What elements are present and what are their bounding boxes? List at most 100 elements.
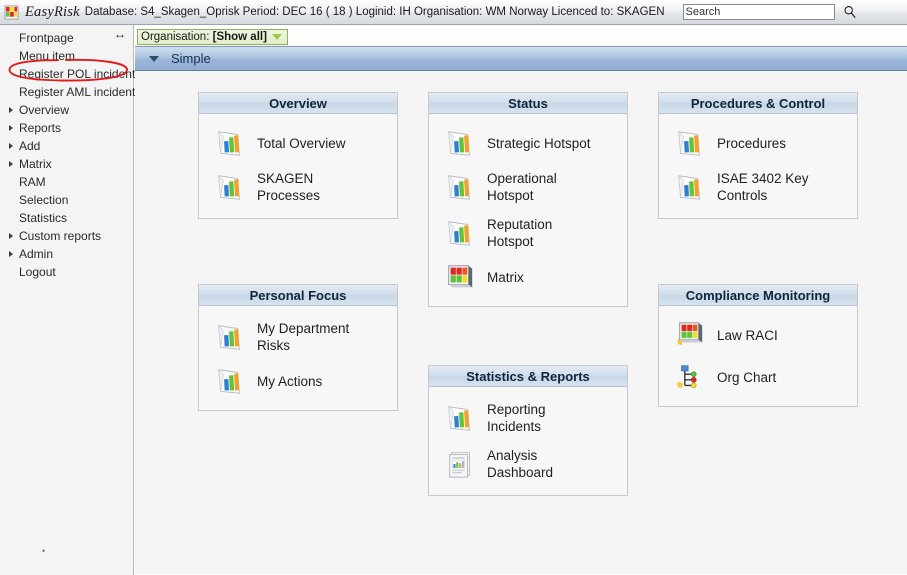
sidebar-item-label: Logout bbox=[19, 265, 56, 279]
tile-total-overview[interactable]: Total Overview bbox=[199, 122, 397, 164]
sidebar-item-label: Register AML incident bbox=[19, 85, 136, 99]
sidebar-item-label: Statistics bbox=[19, 211, 68, 225]
content-area: Organisation: [Show all] Simple Overview bbox=[135, 25, 907, 575]
sidebar-item-label: RAM bbox=[19, 175, 46, 189]
sidebar-marker-dot: • bbox=[42, 546, 46, 556]
bar-chart-icon bbox=[218, 175, 240, 200]
sidebar-navigation: ↔ Frontpage Menu item Register POL incid… bbox=[0, 25, 136, 575]
panel-body: Strategic Hotspot Operational Hotspot Re… bbox=[429, 114, 627, 306]
tile-reputation-hotspot[interactable]: Reputation Hotspot bbox=[429, 210, 627, 256]
bar-chart-icon bbox=[218, 369, 240, 394]
bar-chart-icon bbox=[218, 325, 240, 350]
search-input[interactable] bbox=[682, 4, 835, 20]
org-chart-icon bbox=[677, 365, 697, 389]
tile-label-line: Analysis bbox=[487, 448, 538, 463]
sidebar-item-label: Admin bbox=[19, 247, 54, 261]
tile-label-line: Reporting bbox=[487, 402, 546, 417]
bar-chart-icon bbox=[218, 131, 240, 156]
sidebar-item-frontpage[interactable]: Frontpage bbox=[0, 29, 133, 47]
section-header-simple[interactable]: Simple bbox=[135, 46, 907, 71]
sidebar-item-matrix[interactable]: Matrix bbox=[0, 155, 133, 173]
panel-title: Personal Focus bbox=[199, 285, 397, 306]
tile-label-line: Hotspot bbox=[487, 188, 534, 203]
panel-procedures-control: Procedures & Control Procedures ISAE 340… bbox=[658, 92, 858, 219]
tile-law-raci[interactable]: Law RACI bbox=[659, 314, 857, 356]
tile-org-chart[interactable]: Org Chart bbox=[659, 356, 857, 398]
sidebar-item-register-pol-incident[interactable]: Register POL incident bbox=[0, 65, 135, 83]
organisation-filter-value: [Show all] bbox=[212, 31, 267, 43]
sidebar-item-label: Matrix bbox=[19, 157, 52, 171]
chevron-down-icon[interactable] bbox=[149, 55, 159, 62]
bar-chart-icon bbox=[678, 175, 700, 200]
tile-reporting-incidents[interactable]: Reporting Incidents bbox=[429, 395, 627, 441]
panel-title: Compliance Monitoring bbox=[659, 285, 857, 306]
sidebar-item-overview[interactable]: Overview bbox=[0, 101, 133, 119]
tile-label-line: Incidents bbox=[487, 419, 542, 434]
tile-label: Org Chart bbox=[717, 369, 776, 386]
tile-label-line: Controls bbox=[717, 188, 768, 203]
tile-label-line: Org Chart bbox=[717, 369, 777, 385]
tile-label: Matrix bbox=[487, 269, 524, 286]
sidebar-item-ram[interactable]: RAM bbox=[0, 173, 133, 191]
tile-label-line: Matrix bbox=[487, 269, 524, 285]
tile-label: My Department Risks bbox=[257, 320, 349, 354]
chevron-right-icon bbox=[9, 107, 13, 113]
matrix-grid-icon bbox=[448, 265, 473, 288]
tile-operational-hotspot[interactable]: Operational Hotspot bbox=[429, 164, 627, 210]
sidebar-item-menu-item[interactable]: Menu item bbox=[0, 47, 133, 65]
bar-chart-icon bbox=[448, 406, 470, 431]
panel-personal-focus: Personal Focus My Department Risks My Ac… bbox=[198, 284, 398, 411]
tile-label-line: SKAGEN bbox=[257, 171, 314, 186]
sidebar-item-add[interactable]: Add bbox=[0, 137, 133, 155]
tile-skagen-processes[interactable]: SKAGEN Processes bbox=[199, 164, 397, 210]
bar-chart-icon bbox=[678, 131, 700, 156]
panel-statistics-reports: Statistics & Reports Reporting Incidents… bbox=[428, 365, 628, 496]
tile-label-line: Processes bbox=[257, 188, 321, 203]
tile-label-line: Reputation bbox=[487, 217, 553, 232]
tile-isae-3402-key-controls[interactable]: ISAE 3402 Key Controls bbox=[659, 164, 857, 210]
tile-strategic-hotspot[interactable]: Strategic Hotspot bbox=[429, 122, 627, 164]
tile-label: Operational Hotspot bbox=[487, 170, 557, 204]
sidebar-item-label: Reports bbox=[19, 121, 62, 135]
tab-strip: Organisation: [Show all] bbox=[135, 25, 907, 46]
tile-my-department-risks[interactable]: My Department Risks bbox=[199, 314, 397, 360]
tile-label-line: Procedures bbox=[717, 135, 787, 151]
organisation-filter-tab[interactable]: Organisation: [Show all] bbox=[137, 29, 288, 45]
tile-my-actions[interactable]: My Actions bbox=[199, 360, 397, 402]
sidebar-item-statistics[interactable]: Statistics bbox=[0, 209, 133, 227]
chevron-right-icon bbox=[9, 233, 13, 239]
application-window: EasyRisk Database: S4_Skagen_Oprisk Peri… bbox=[0, 0, 907, 575]
chevron-down-icon[interactable] bbox=[271, 34, 282, 40]
app-brand: EasyRisk bbox=[25, 3, 80, 20]
chevron-right-icon bbox=[9, 251, 13, 257]
tile-label-line: Hotspot bbox=[487, 234, 534, 249]
sidebar-item-custom-reports[interactable]: Custom reports bbox=[0, 227, 133, 245]
tile-label: Strategic Hotspot bbox=[487, 135, 591, 152]
tile-matrix[interactable]: Matrix bbox=[429, 256, 627, 298]
tile-label-line: Operational bbox=[487, 171, 557, 186]
panel-body: My Department Risks My Actions bbox=[199, 306, 397, 410]
tile-analysis-dashboard[interactable]: Analysis Dashboard bbox=[429, 441, 627, 487]
panel-body: Procedures ISAE 3402 Key Controls bbox=[659, 114, 857, 218]
sidebar-item-selection[interactable]: Selection bbox=[0, 191, 133, 209]
tile-label-line: Law RACI bbox=[717, 327, 778, 343]
tile-procedures[interactable]: Procedures bbox=[659, 122, 857, 164]
panel-overview: Overview Total Overview SKAGEN Processes bbox=[198, 92, 398, 219]
sidebar-item-label: Overview bbox=[19, 103, 70, 117]
bar-chart-icon bbox=[448, 131, 470, 156]
sidebar-item-register-aml-incident[interactable]: Register AML incident bbox=[0, 83, 136, 101]
sidebar-item-reports[interactable]: Reports bbox=[0, 119, 133, 137]
sidebar-item-admin[interactable]: Admin bbox=[0, 245, 133, 263]
tile-label: Analysis Dashboard bbox=[487, 447, 553, 481]
tile-label-line: Dashboard bbox=[487, 465, 554, 480]
panel-compliance-monitoring: Compliance Monitoring Law RACI Org Chart bbox=[658, 284, 858, 407]
search-icon[interactable] bbox=[843, 5, 857, 19]
panel-title: Procedures & Control bbox=[659, 93, 857, 114]
sidebar-item-logout[interactable]: Logout bbox=[0, 263, 133, 281]
report-document-icon bbox=[449, 452, 470, 478]
panel-title: Status bbox=[429, 93, 627, 114]
tile-label: My Actions bbox=[257, 373, 322, 390]
tile-label-line: Risks bbox=[257, 338, 290, 353]
tile-label: ISAE 3402 Key Controls bbox=[717, 170, 809, 204]
bar-chart-icon bbox=[448, 221, 470, 246]
